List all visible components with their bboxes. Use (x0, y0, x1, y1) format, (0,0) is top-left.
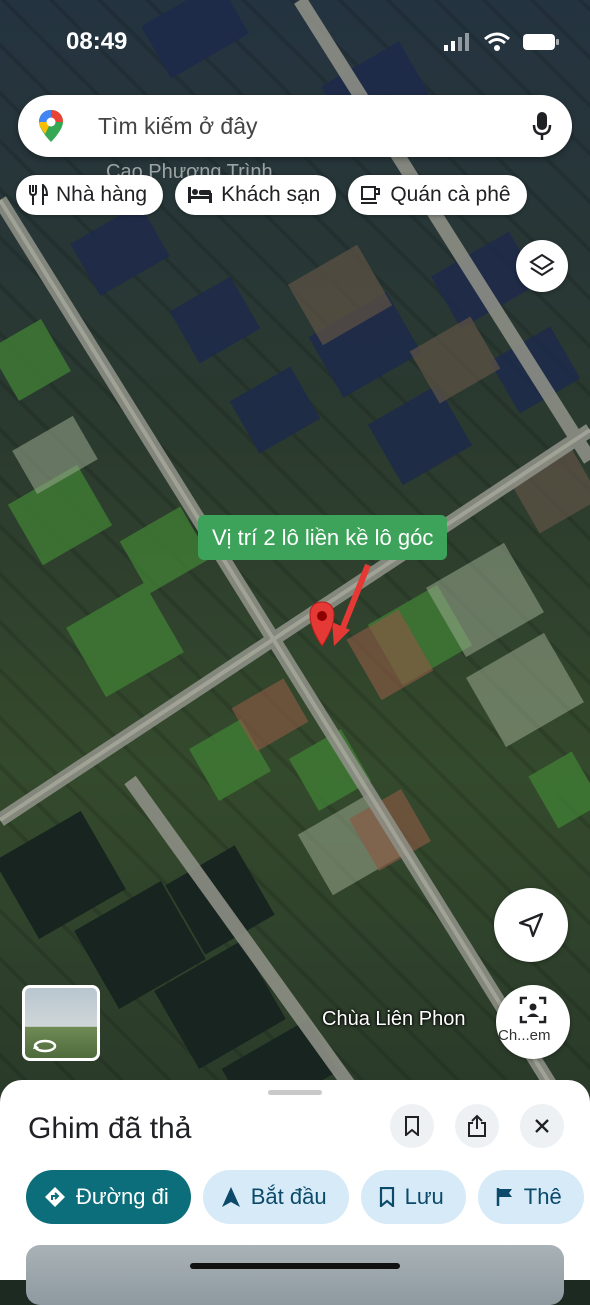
drag-handle[interactable] (268, 1090, 322, 1095)
share-button[interactable] (455, 1104, 499, 1148)
close-icon (535, 1119, 549, 1133)
share-icon (468, 1114, 486, 1137)
directions-icon (45, 1187, 65, 1207)
label-button[interactable]: Thê (477, 1170, 584, 1224)
chip-restaurants[interactable]: Nhà hàng (16, 175, 164, 215)
flag-icon (496, 1188, 512, 1206)
sheet-title: Ghim đã thả (28, 1112, 192, 1145)
rotate-360-icon (33, 1039, 57, 1053)
save-button[interactable]: Lưu (360, 1170, 466, 1224)
google-maps-pin-icon (39, 110, 63, 142)
search-input[interactable]: Tìm kiếm ở đây (98, 113, 258, 140)
action-label: Đường đi (76, 1184, 169, 1209)
hotel-icon (188, 187, 213, 203)
save-icon-button[interactable] (390, 1104, 434, 1148)
microphone-icon[interactable] (532, 111, 552, 141)
street-view-icon (519, 996, 547, 1024)
action-buttons: Đường đi Bắt đầu Lưu Thê (26, 1170, 584, 1224)
directions-button[interactable]: Đường đi (26, 1170, 191, 1224)
street-view-label: Ch...em (498, 1027, 551, 1044)
layers-button[interactable] (516, 240, 568, 292)
wifi-icon (484, 32, 510, 51)
navigation-arrow-icon (518, 912, 544, 938)
restaurant-icon (29, 184, 48, 205)
status-bar: 08:49 (0, 0, 590, 90)
action-label: Thê (523, 1184, 562, 1209)
chip-label: Nhà hàng (56, 183, 148, 206)
clock: 08:49 (66, 28, 128, 55)
photo-preview[interactable] (26, 1245, 564, 1305)
my-location-button[interactable] (494, 888, 568, 962)
street-view-thumbnail[interactable] (22, 985, 100, 1061)
bookmark-icon (379, 1187, 394, 1207)
chip-label: Quán cà phê (390, 183, 511, 206)
battery-icon (523, 34, 559, 50)
location-annotation: Vị trí 2 lô liền kề lô góc (198, 515, 448, 560)
chip-label: Khách sạn (221, 183, 321, 206)
place-label[interactable]: Chùa Liên Phon (322, 1008, 465, 1031)
bookmark-icon (405, 1116, 419, 1136)
category-chips: Nhà hàng Khách sạn Quán cà phê (16, 175, 527, 215)
home-indicator[interactable] (190, 1263, 400, 1269)
close-button[interactable] (520, 1104, 564, 1148)
chip-hotels[interactable]: Khách sạn (175, 175, 337, 215)
chip-cafes[interactable]: Quán cà phê (348, 175, 527, 215)
bottom-sheet[interactable]: Ghim đã thả Đường đi Bắt đầu Lưu Thê (0, 1080, 590, 1305)
action-label: Lưu (404, 1184, 444, 1209)
start-button[interactable]: Bắt đầu (202, 1170, 349, 1224)
layers-icon (529, 253, 555, 277)
navigation-icon (221, 1187, 240, 1207)
signal-icon (444, 33, 469, 51)
dropped-pin-icon (309, 601, 335, 647)
search-bar[interactable]: Tìm kiếm ở đây (18, 95, 572, 157)
coffee-icon (361, 186, 381, 204)
street-view-button[interactable]: Ch...em (496, 985, 570, 1059)
action-label: Bắt đầu (250, 1184, 327, 1209)
